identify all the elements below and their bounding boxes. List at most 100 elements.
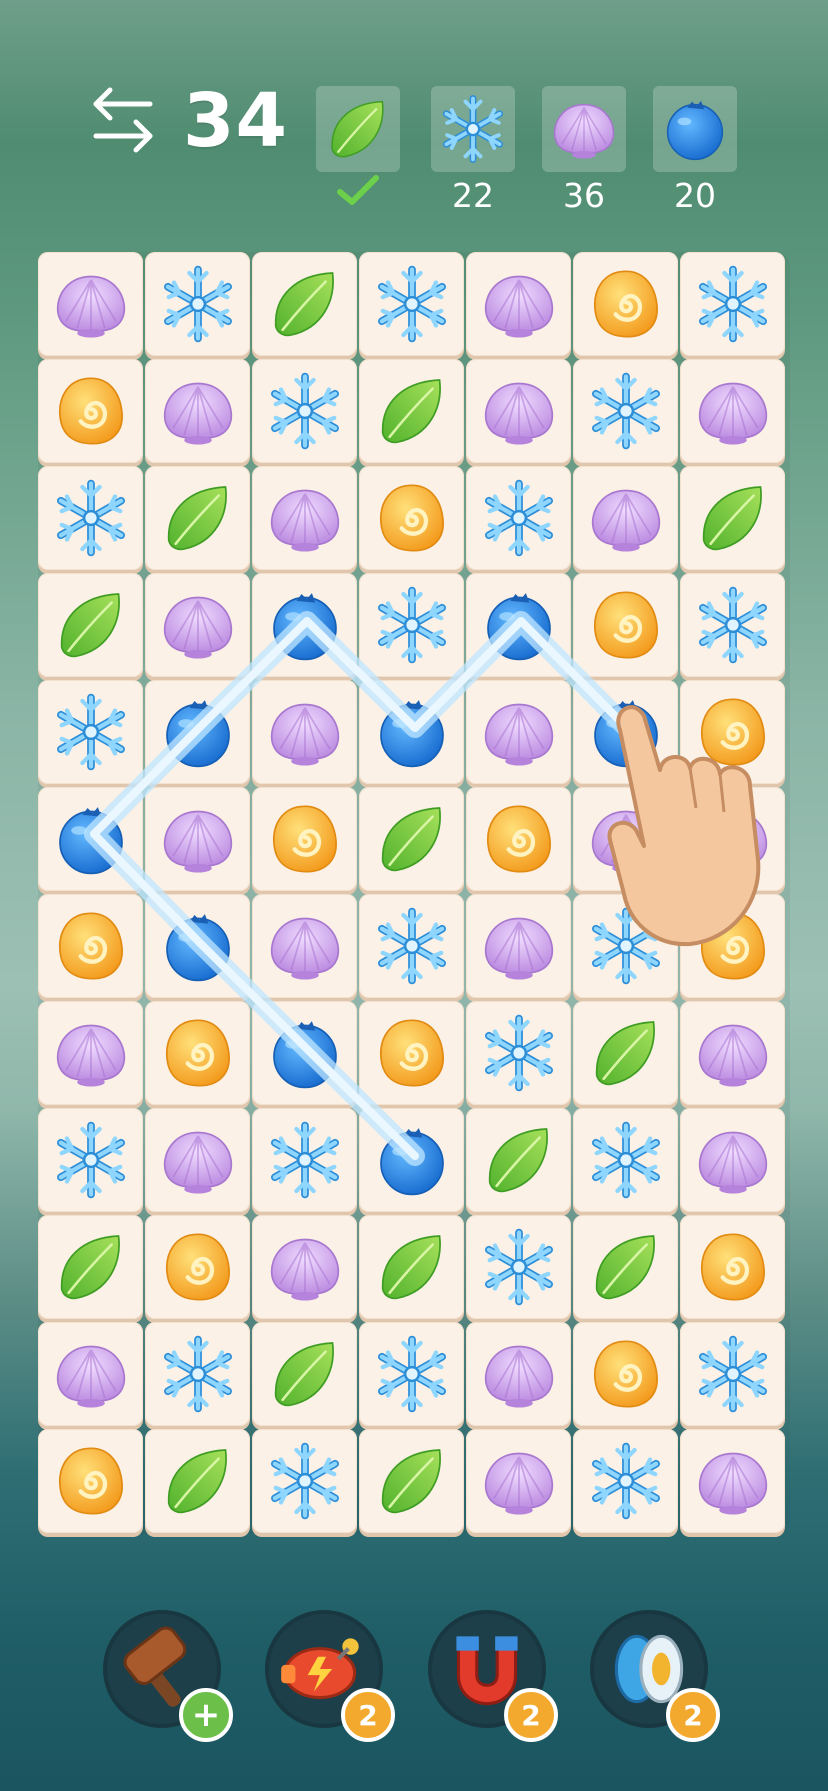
goal-snowflake-count: 22 [452, 176, 494, 215]
board-tile[interactable] [573, 359, 678, 463]
leaf-icon [690, 475, 776, 561]
yoyo-booster-button[interactable]: 2 [590, 1610, 720, 1742]
board-tile[interactable] [466, 894, 571, 998]
board-tile[interactable] [680, 787, 785, 891]
snowflake-icon [369, 582, 455, 668]
board-tile[interactable] [145, 894, 250, 998]
board-tile[interactable] [573, 894, 678, 998]
board-tile[interactable] [38, 252, 143, 356]
board-tile[interactable] [252, 1215, 357, 1319]
hammer-booster-button[interactable]: + [103, 1610, 233, 1742]
board-tile[interactable] [573, 680, 678, 784]
board-tile[interactable] [573, 787, 678, 891]
board-tile[interactable] [573, 466, 678, 570]
board-tile[interactable] [145, 1001, 250, 1105]
board-tile[interactable] [252, 1429, 357, 1533]
board-tile[interactable] [145, 680, 250, 784]
shell-icon [476, 1331, 562, 1417]
board-tile[interactable] [359, 894, 464, 998]
swap-moves-icon [93, 87, 153, 153]
board-tile[interactable] [145, 1429, 250, 1533]
board-tile[interactable] [359, 787, 464, 891]
board-tile[interactable] [680, 1429, 785, 1533]
board-tile[interactable] [359, 466, 464, 570]
berry-icon [262, 1010, 348, 1096]
board-tile[interactable] [466, 1322, 571, 1426]
snowflake-icon [48, 1117, 134, 1203]
board-tile[interactable] [680, 359, 785, 463]
board-tile[interactable] [38, 787, 143, 891]
board-tile[interactable] [359, 573, 464, 677]
board-tile[interactable] [38, 573, 143, 677]
board-tile[interactable] [252, 573, 357, 677]
board-tile[interactable] [38, 359, 143, 463]
board-tile[interactable] [466, 1108, 571, 1212]
board-tile[interactable] [252, 252, 357, 356]
board-tile[interactable] [466, 1429, 571, 1533]
board-tile[interactable] [680, 466, 785, 570]
board-tile[interactable] [38, 680, 143, 784]
board-tile[interactable] [38, 1215, 143, 1319]
board-tile[interactable] [145, 1215, 250, 1319]
board-tile[interactable] [466, 680, 571, 784]
board-tile[interactable] [252, 894, 357, 998]
board-tile[interactable] [680, 252, 785, 356]
board-tile[interactable] [680, 680, 785, 784]
snowflake-icon [369, 903, 455, 989]
snail-shell-icon [48, 368, 134, 454]
board-tile[interactable] [359, 1322, 464, 1426]
board-tile[interactable] [573, 1108, 678, 1212]
board-tile[interactable] [466, 573, 571, 677]
board-tile[interactable] [680, 1001, 785, 1105]
board-tile[interactable] [252, 1322, 357, 1426]
goal-shell-count: 36 [563, 176, 605, 215]
board-tile[interactable] [466, 359, 571, 463]
board-tile[interactable] [252, 680, 357, 784]
board-tile[interactable] [573, 1215, 678, 1319]
board-tile[interactable] [359, 1001, 464, 1105]
board-tile[interactable] [252, 466, 357, 570]
board-tile[interactable] [145, 787, 250, 891]
board-tile[interactable] [252, 1001, 357, 1105]
board-tile[interactable] [145, 573, 250, 677]
board-tile[interactable] [38, 1108, 143, 1212]
board-tile[interactable] [680, 1215, 785, 1319]
board-tile[interactable] [573, 1001, 678, 1105]
board-tile[interactable] [573, 573, 678, 677]
board-tile[interactable] [38, 894, 143, 998]
board-tile[interactable] [466, 252, 571, 356]
board-tile[interactable] [359, 680, 464, 784]
board-tile[interactable] [359, 252, 464, 356]
board-tile[interactable] [145, 359, 250, 463]
board-tile[interactable] [252, 1108, 357, 1212]
board-tile[interactable] [252, 787, 357, 891]
blaster-booster-button[interactable]: 2 [265, 1610, 395, 1742]
board-tile[interactable] [573, 1322, 678, 1426]
board-tile[interactable] [573, 252, 678, 356]
board-tile[interactable] [680, 894, 785, 998]
board-tile[interactable] [466, 1001, 571, 1105]
board-tile[interactable] [38, 1322, 143, 1426]
board-tile[interactable] [573, 1429, 678, 1533]
board-tile[interactable] [38, 1429, 143, 1533]
board-tile[interactable] [680, 1108, 785, 1212]
magnet-booster-button[interactable]: 2 [428, 1610, 558, 1742]
board-tile[interactable] [145, 1322, 250, 1426]
board-tile[interactable] [38, 1001, 143, 1105]
berry-icon [262, 582, 348, 668]
board-tile[interactable] [359, 1108, 464, 1212]
board-tile[interactable] [466, 1215, 571, 1319]
board-tile[interactable] [145, 1108, 250, 1212]
board-tile[interactable] [145, 466, 250, 570]
board-tile[interactable] [145, 252, 250, 356]
board-tile[interactable] [252, 359, 357, 463]
board-tile[interactable] [359, 1429, 464, 1533]
board-tile[interactable] [466, 787, 571, 891]
board-tile[interactable] [680, 573, 785, 677]
snail-shell-icon [155, 1010, 241, 1096]
board-tile[interactable] [38, 466, 143, 570]
board-tile[interactable] [680, 1322, 785, 1426]
board-tile[interactable] [466, 466, 571, 570]
board-tile[interactable] [359, 1215, 464, 1319]
board-tile[interactable] [359, 359, 464, 463]
